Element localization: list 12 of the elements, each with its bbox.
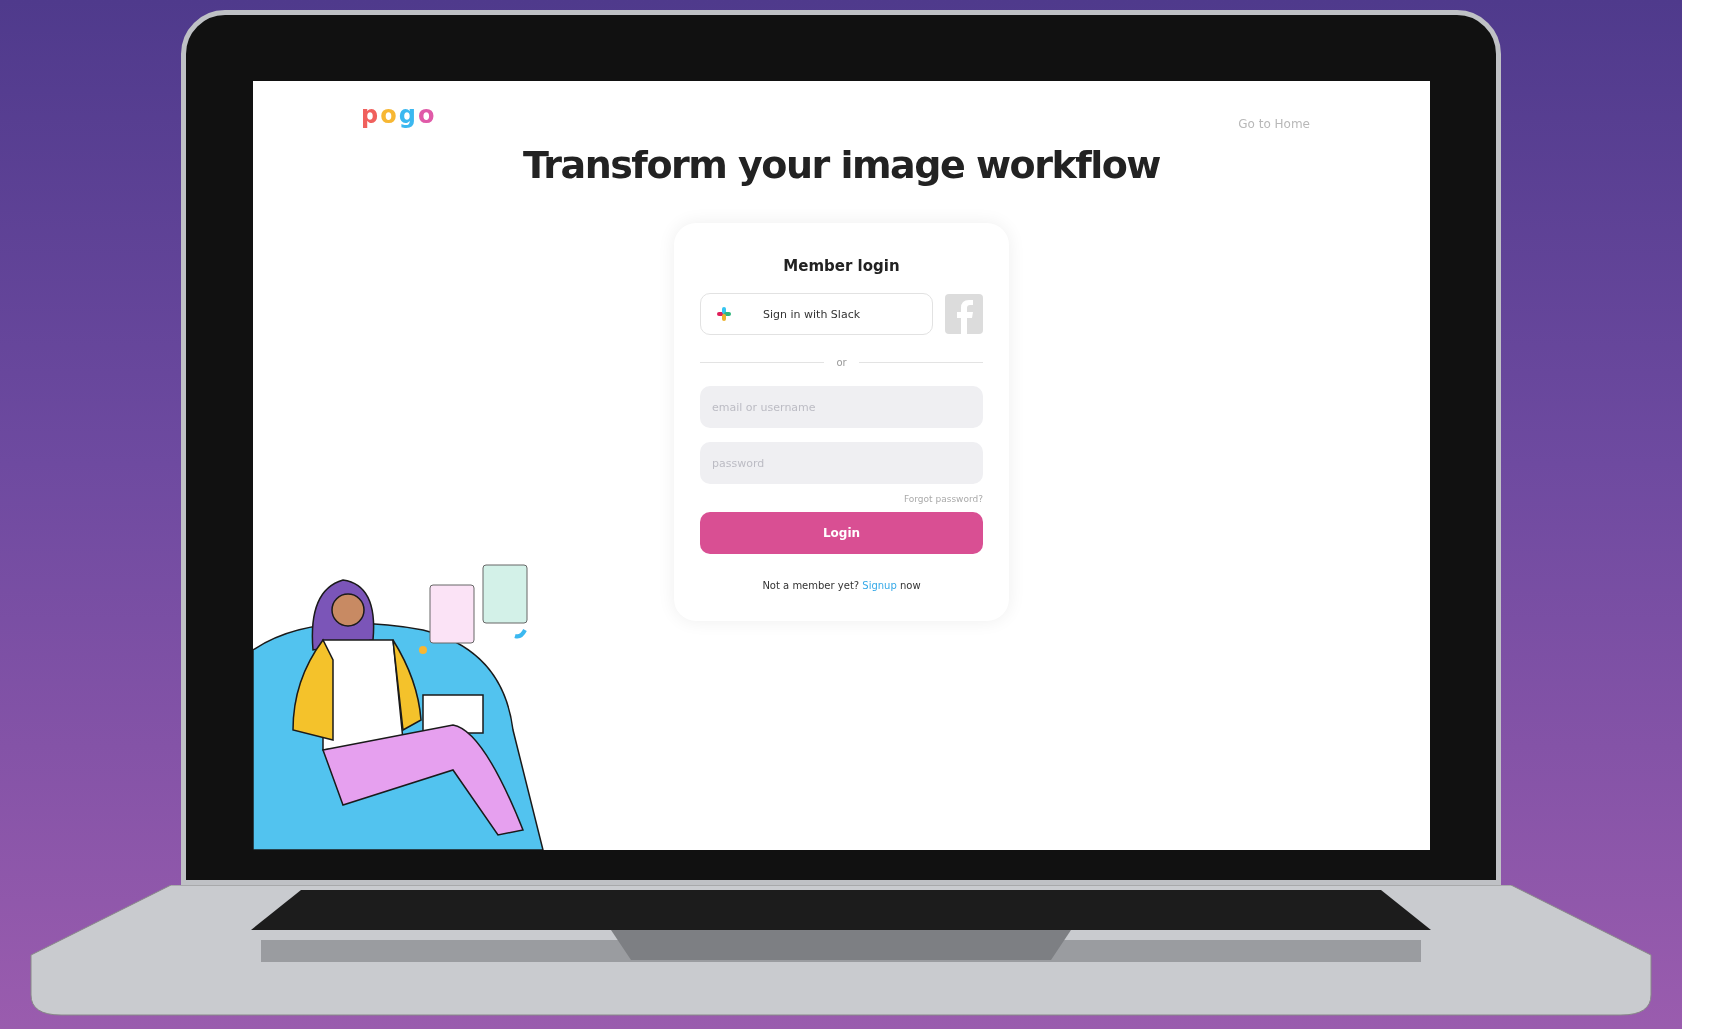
divider-text: or (836, 357, 847, 368)
headline: Transform your image workflow (523, 143, 1160, 187)
slack-sign-in-button[interactable]: Sign in with Slack (700, 293, 933, 335)
forgot-password-link[interactable]: Forgot password? (903, 494, 983, 504)
home-link[interactable]: Go to Home (1238, 117, 1310, 131)
signup-link[interactable]: Signup (862, 580, 897, 591)
logo[interactable]: pog o (361, 101, 437, 129)
facebook-icon[interactable] (945, 294, 983, 334)
card-title: Member login (783, 257, 900, 275)
login-button[interactable]: Login (700, 512, 983, 554)
signup-prompt: Not a member yet? Signup now (762, 580, 921, 591)
slack-icon (715, 305, 733, 323)
